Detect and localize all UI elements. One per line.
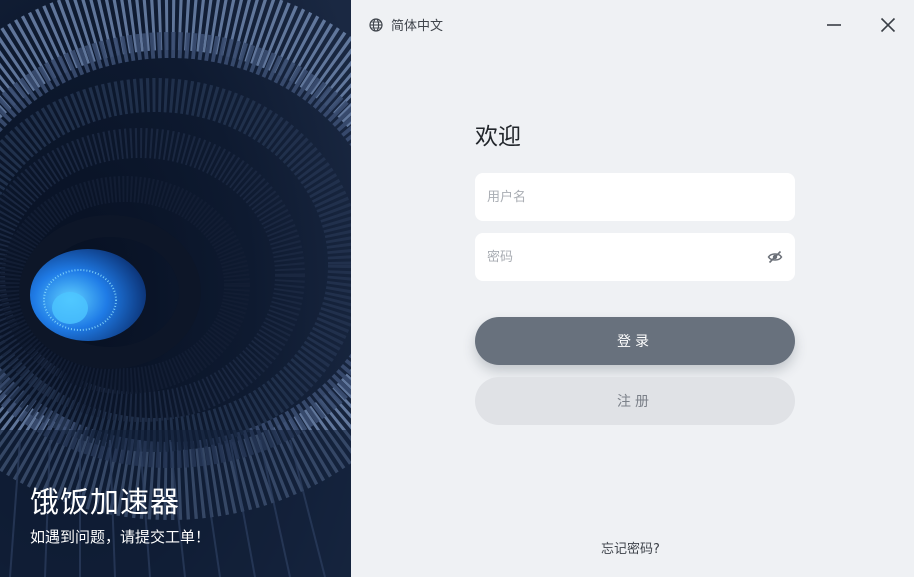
language-selector[interactable]: 简体中文 bbox=[369, 15, 443, 34]
minimize-icon bbox=[827, 24, 841, 26]
register-button[interactable]: 注册 bbox=[475, 377, 795, 425]
globe-icon bbox=[369, 17, 383, 32]
welcome-heading: 欢迎 bbox=[475, 124, 521, 150]
language-label: 简体中文 bbox=[391, 19, 444, 34]
password-input[interactable] bbox=[475, 233, 795, 281]
login-button[interactable]: 登录 bbox=[475, 317, 795, 365]
password-field-container bbox=[475, 233, 795, 281]
close-icon bbox=[880, 17, 896, 33]
minimize-button[interactable] bbox=[821, 12, 847, 38]
forgot-password-link[interactable]: 忘记密码? bbox=[601, 538, 660, 557]
username-input[interactable] bbox=[475, 173, 795, 221]
close-button[interactable] bbox=[875, 12, 901, 38]
brand-title: 饿饭加速器 bbox=[30, 485, 181, 519]
login-panel: 简体中文 欢迎 登录 注册 忘记密码? bbox=[351, 0, 914, 577]
username-field-container bbox=[475, 173, 795, 221]
eye-off-icon[interactable] bbox=[767, 249, 783, 265]
brand-subtitle: 如遇到问题，请提交工单！ bbox=[30, 528, 211, 546]
artwork-panel: 饿饭加速器 如遇到问题，请提交工单！ bbox=[0, 0, 351, 577]
